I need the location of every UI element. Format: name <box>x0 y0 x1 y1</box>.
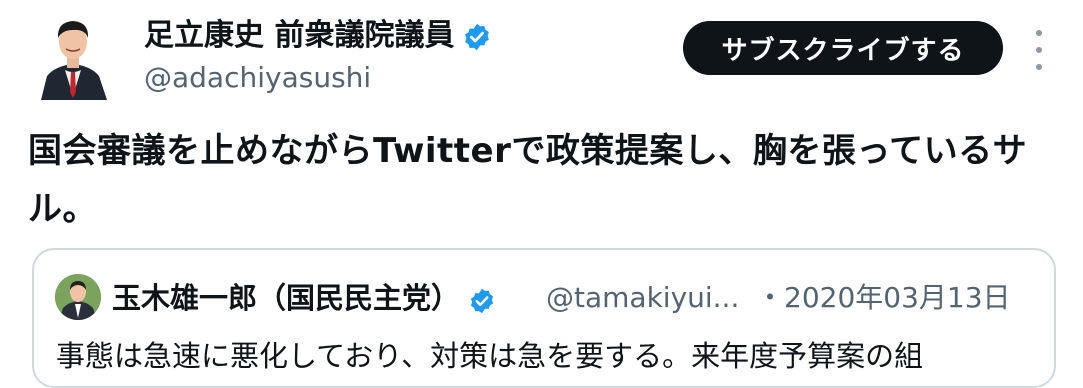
more-dot <box>1036 64 1042 70</box>
quoted-author-portrait <box>55 274 101 320</box>
quoted-author-name-row[interactable]: 玉木雄一郎（国民民主党） <box>112 276 498 320</box>
subscribe-button[interactable]: サブスクライブする <box>683 21 1003 75</box>
quoted-tweet-card[interactable]: 玉木雄一郎（国民民主党） @tamakiyui... ・2020年03月13日 … <box>32 248 1056 388</box>
quoted-author-name[interactable]: 玉木雄一郎（国民民主党） <box>112 276 460 320</box>
more-dot <box>1036 47 1042 53</box>
verified-badge-icon[interactable] <box>462 21 492 51</box>
author-name-row[interactable]: 足立康史 前衆議院議員 <box>144 14 492 58</box>
author-portrait <box>37 12 109 100</box>
author-handle[interactable]: @adachiyasushi <box>144 58 371 98</box>
author-name[interactable]: 足立康史 前衆議院議員 <box>144 14 454 58</box>
quoted-tweet-text: 事態は急速に悪化しており、対策は急を要する。来年度予算案の組 <box>56 339 924 373</box>
verified-badge-icon[interactable] <box>468 283 498 314</box>
quoted-author-handle[interactable]: @tamakiyui... <box>546 276 739 320</box>
more-dot <box>1036 30 1042 36</box>
quoted-tweet-date[interactable]: ・2020年03月13日 <box>756 276 1011 320</box>
author-avatar[interactable] <box>37 12 109 100</box>
tweet-text: 国会審議を止めながらTwitterで政策提案し、胸を張っているサル。 <box>28 131 1028 229</box>
more-options-icon[interactable] <box>1030 30 1048 70</box>
quoted-author-avatar[interactable] <box>55 274 101 320</box>
